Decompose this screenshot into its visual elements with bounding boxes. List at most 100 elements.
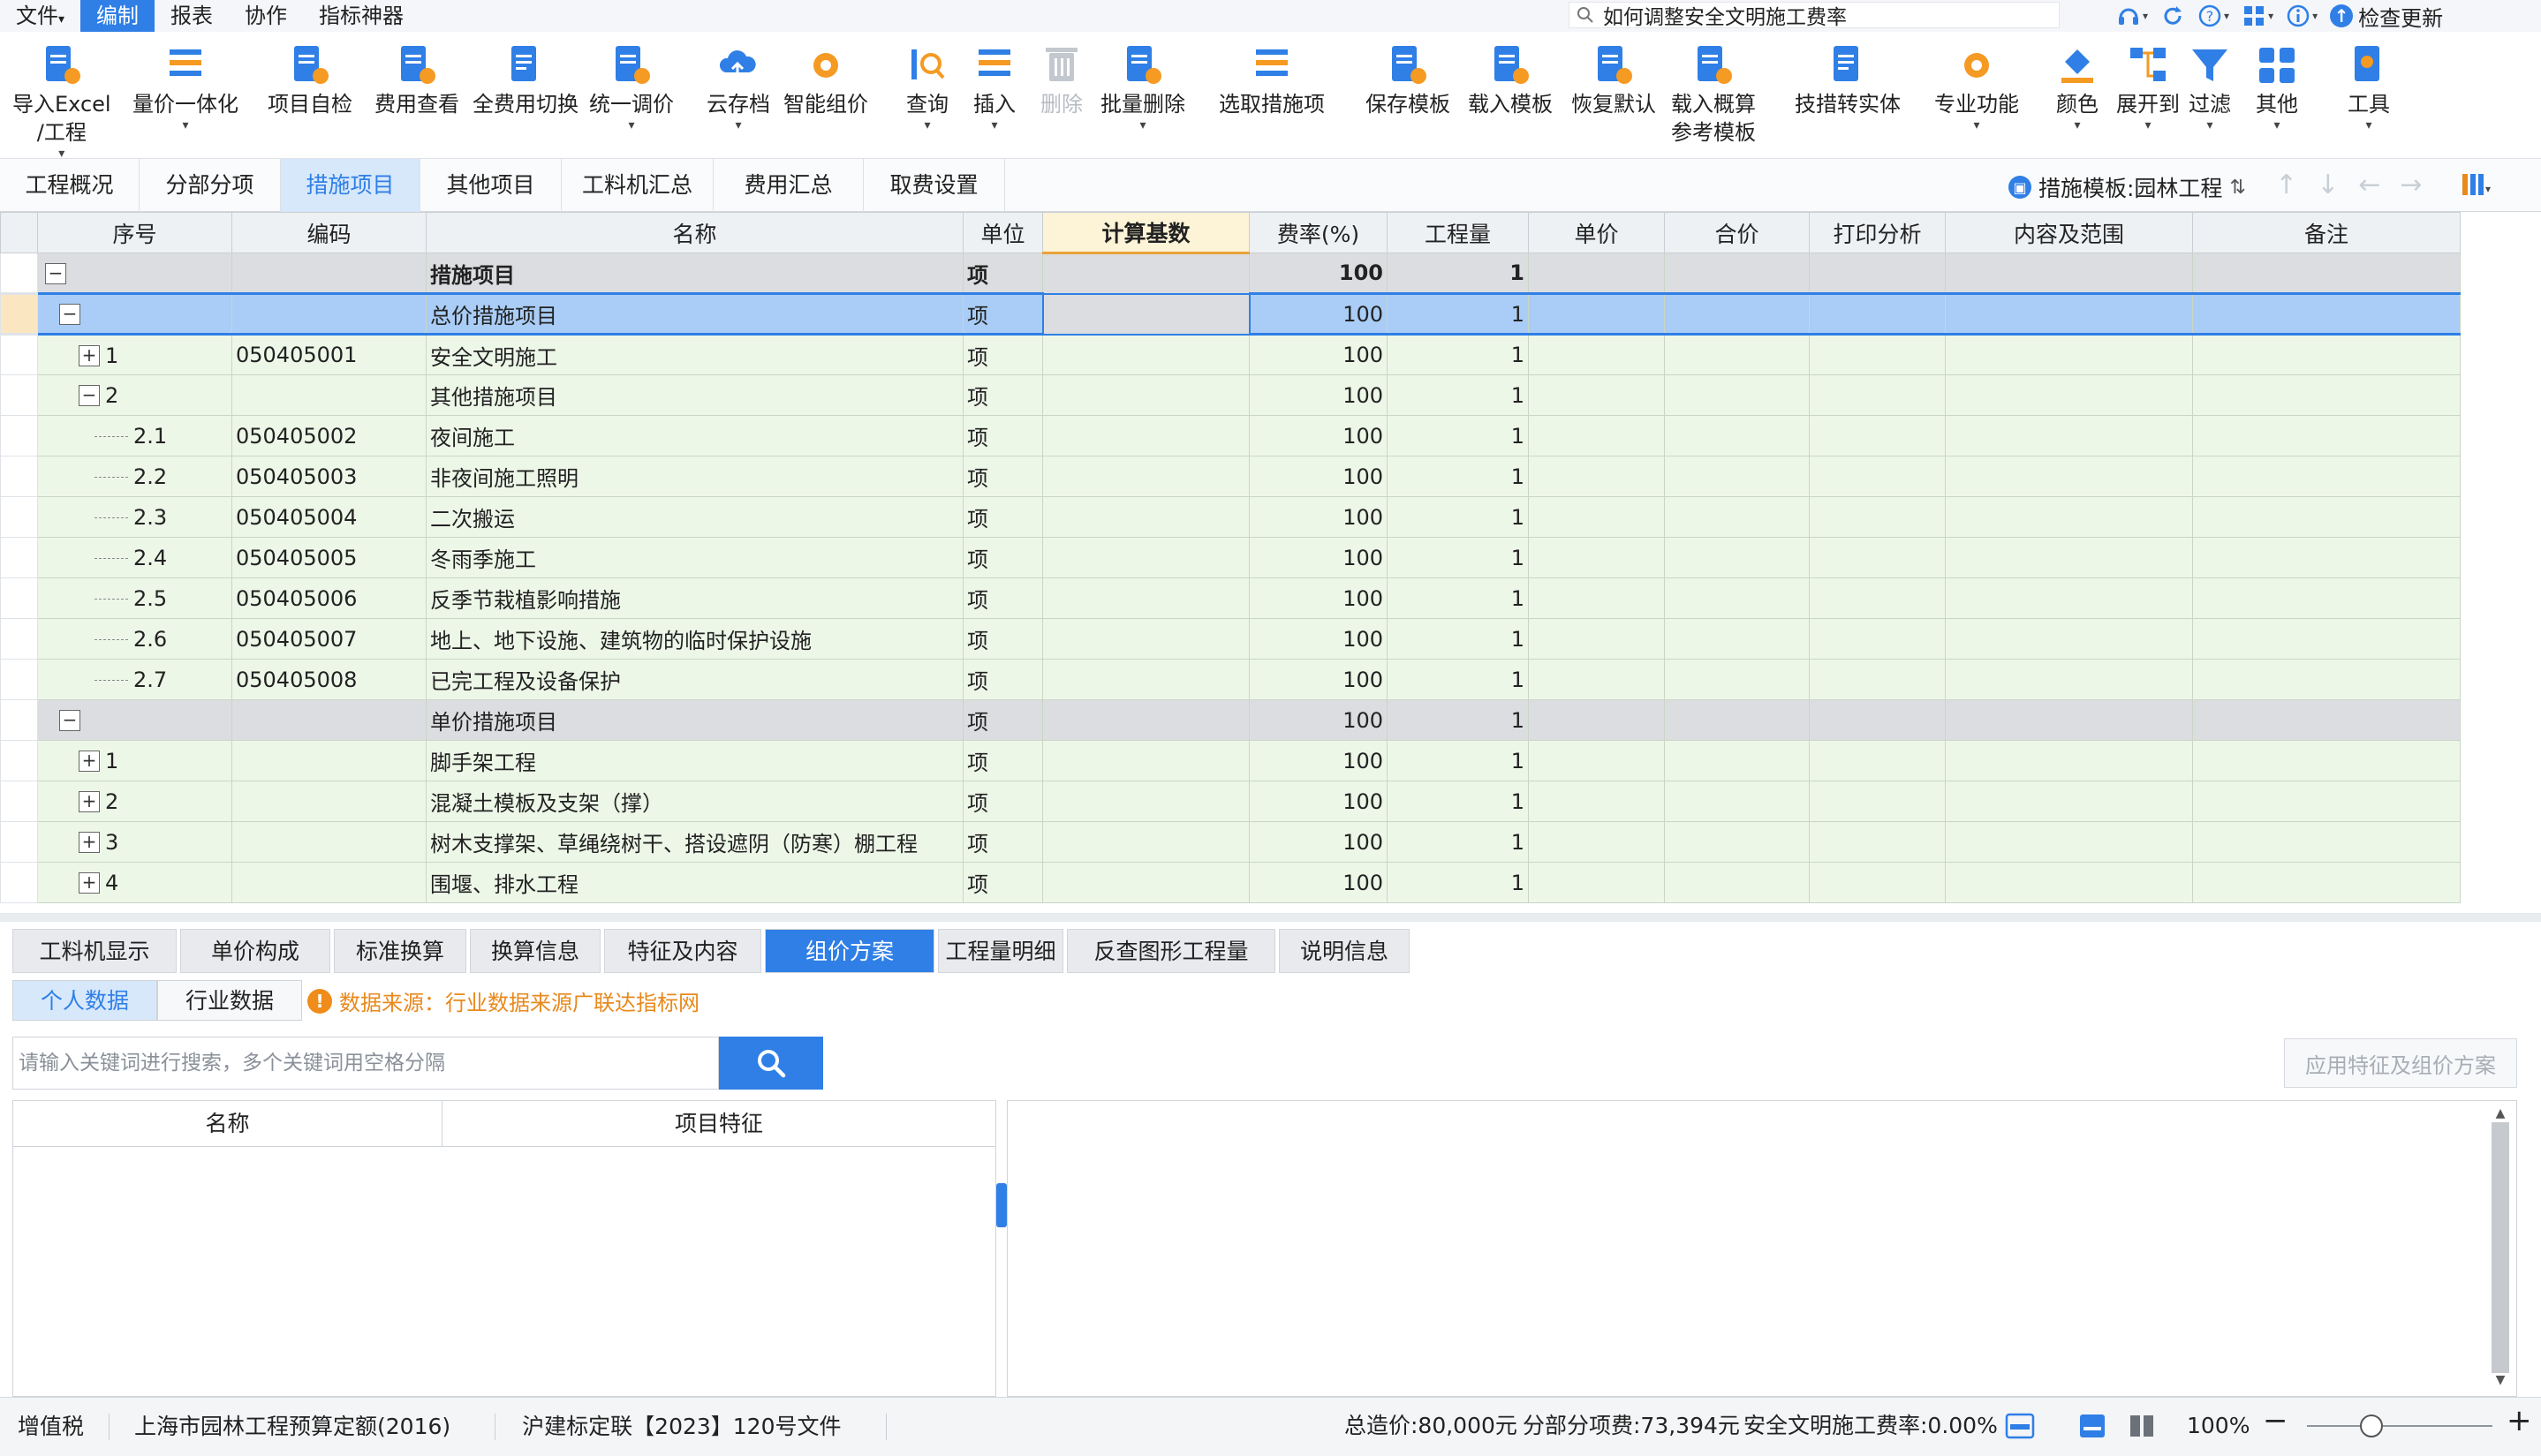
cell-total-price[interactable] — [1664, 415, 1810, 456]
cell-rate[interactable]: 100 — [1249, 292, 1388, 336]
keyword-search-button[interactable] — [719, 1037, 823, 1090]
cell-name[interactable]: 措施项目 — [426, 253, 964, 294]
cell-seq[interactable]: +2 — [37, 781, 232, 822]
cell-name[interactable]: 树木支撑架、草绳绕树干、搭设遮阴（防寒）棚工程 — [426, 821, 964, 863]
tools-button[interactable]: 工具 ▾ — [2346, 41, 2392, 132]
cell-quantity[interactable]: 1 — [1387, 496, 1529, 538]
cell-remark[interactable] — [2192, 253, 2461, 294]
row-header[interactable] — [0, 821, 38, 863]
cell-rate[interactable]: 100 — [1249, 862, 1388, 903]
cell-code[interactable] — [231, 821, 427, 863]
measure-template-info[interactable]: ▣ 措施模板:园林工程 ⇅ — [2008, 171, 2246, 203]
cell-calc-base[interactable] — [1042, 862, 1250, 903]
data-tab-0[interactable]: 个人数据 — [12, 980, 157, 1021]
cell-print-analysis[interactable] — [1809, 334, 1946, 375]
table-row[interactable]: − 总价措施项目项 100 1 — [0, 292, 2461, 336]
cell-rate[interactable]: 100 — [1249, 577, 1388, 619]
cell-content-scope[interactable] — [1945, 659, 2193, 700]
cell-print-analysis[interactable] — [1809, 456, 1946, 497]
table-row[interactable]: −2 其他措施项目项 100 1 — [0, 374, 2461, 416]
expand-icon[interactable]: + — [79, 344, 100, 366]
cell-content-scope[interactable] — [1945, 456, 2193, 497]
col-header[interactable]: 打印分析 — [1809, 212, 1946, 253]
zoom-in-button[interactable]: + — [2507, 1406, 2532, 1436]
cell-unit[interactable]: 项 — [963, 781, 1043, 822]
cell-calc-base[interactable] — [1042, 456, 1250, 497]
cell-total-price[interactable] — [1664, 862, 1810, 903]
apply-feature-pricing-button[interactable]: 应用特征及组价方案 — [2284, 1038, 2517, 1088]
cell-unit[interactable]: 项 — [963, 618, 1043, 660]
cell-unit-price[interactable] — [1528, 699, 1665, 741]
collapse-icon[interactable]: − — [59, 304, 80, 325]
color-button[interactable]: 颜色 ▾ — [2054, 41, 2100, 132]
cell-content-scope[interactable] — [1945, 496, 2193, 538]
cell-print-analysis[interactable] — [1809, 292, 1946, 336]
row-header[interactable] — [0, 456, 38, 497]
cell-unit-price[interactable] — [1528, 781, 1665, 822]
cell-total-price[interactable] — [1664, 577, 1810, 619]
cell-rate[interactable]: 100 — [1249, 415, 1388, 456]
cell-unit-price[interactable] — [1528, 862, 1665, 903]
cell-calc-base[interactable] — [1042, 415, 1250, 456]
table-row[interactable]: +4 围堰、排水工程项 100 1 — [0, 862, 2461, 903]
cell-name[interactable]: 冬雨季施工 — [426, 537, 964, 578]
cell-unit[interactable]: 项 — [963, 253, 1043, 294]
delete-button[interactable]: 删除 — [1039, 41, 1085, 118]
cell-calc-base[interactable] — [1042, 537, 1250, 578]
qty-price-button[interactable]: 量价一体化 ▾ — [132, 41, 238, 132]
row-header[interactable] — [0, 740, 38, 781]
cell-code[interactable] — [231, 781, 427, 822]
info-icon[interactable]: ▾ — [2286, 4, 2318, 28]
cell-unit-price[interactable] — [1528, 374, 1665, 416]
cell-unit-price[interactable] — [1528, 334, 1665, 375]
cell-quantity[interactable]: 1 — [1387, 781, 1529, 822]
cell-remark[interactable] — [2192, 740, 2461, 781]
cell-rate[interactable]: 100 — [1249, 659, 1388, 700]
cell-rate[interactable]: 100 — [1249, 781, 1388, 822]
table-row[interactable]: − 单价措施项目项 100 1 — [0, 699, 2461, 741]
cell-print-analysis[interactable] — [1809, 618, 1946, 660]
detail-scrollbar[interactable]: ▲ ▼ — [2490, 1106, 2511, 1392]
cell-total-price[interactable] — [1664, 740, 1810, 781]
bottom-tab-8[interactable]: 说明信息 — [1279, 929, 1410, 973]
query-button[interactable]: 查询 ▾ — [904, 41, 950, 132]
cell-code[interactable] — [231, 740, 427, 781]
restore-default-button[interactable]: 恢复默认 — [1571, 41, 1656, 118]
cell-total-price[interactable] — [1664, 781, 1810, 822]
cell-unit-price[interactable] — [1528, 618, 1665, 660]
layout-toggle-icon[interactable] — [2005, 1411, 2035, 1446]
cell-seq[interactable]: 2.5 — [37, 577, 232, 619]
cell-name[interactable]: 安全文明施工 — [426, 334, 964, 375]
expand-to-button[interactable]: 展开到 ▾ — [2116, 41, 2180, 132]
cell-unit-price[interactable] — [1528, 456, 1665, 497]
bottom-tab-2[interactable]: 标准换算 — [334, 929, 466, 973]
cell-unit[interactable]: 项 — [963, 456, 1043, 497]
tab-1[interactable]: 分部分项 — [140, 159, 281, 212]
cell-remark[interactable] — [2192, 618, 2461, 660]
collapse-icon[interactable]: − — [45, 262, 66, 284]
professional-button[interactable]: 专业功能 ▾ — [1934, 41, 2019, 132]
table-row[interactable]: +2 混凝土模板及支架（撑）项 100 1 — [0, 781, 2461, 822]
cell-content-scope[interactable] — [1945, 862, 2193, 903]
sort-icon[interactable]: ⇅ — [2229, 177, 2245, 199]
tab-5[interactable]: 费用汇总 — [714, 159, 864, 212]
cell-calc-base[interactable] — [1042, 618, 1250, 660]
cell-rate[interactable]: 100 — [1249, 496, 1388, 538]
cell-content-scope[interactable] — [1945, 415, 2193, 456]
cell-remark[interactable] — [2192, 699, 2461, 741]
row-header[interactable] — [0, 862, 38, 903]
scroll-thumb[interactable] — [2492, 1122, 2509, 1373]
move-right-icon[interactable]: → — [2400, 170, 2422, 200]
col-header[interactable]: 备注 — [2192, 212, 2461, 253]
cell-seq[interactable]: − — [37, 253, 232, 294]
row-header[interactable] — [0, 415, 38, 456]
table-row[interactable]: 2.7 050405008 已完工程及设备保护项 100 1 — [0, 659, 2461, 700]
tab-2[interactable]: 措施项目 — [281, 159, 420, 212]
cell-content-scope[interactable] — [1945, 699, 2193, 741]
cell-quantity[interactable]: 1 — [1387, 618, 1529, 660]
menu-file[interactable]: 文件▾ — [0, 0, 80, 32]
cell-unit[interactable]: 项 — [963, 740, 1043, 781]
table-row[interactable]: 2.2 050405003 非夜间施工照明项 100 1 — [0, 456, 2461, 497]
cell-seq[interactable]: 2.3 — [37, 496, 232, 538]
cell-calc-base[interactable] — [1042, 659, 1250, 700]
